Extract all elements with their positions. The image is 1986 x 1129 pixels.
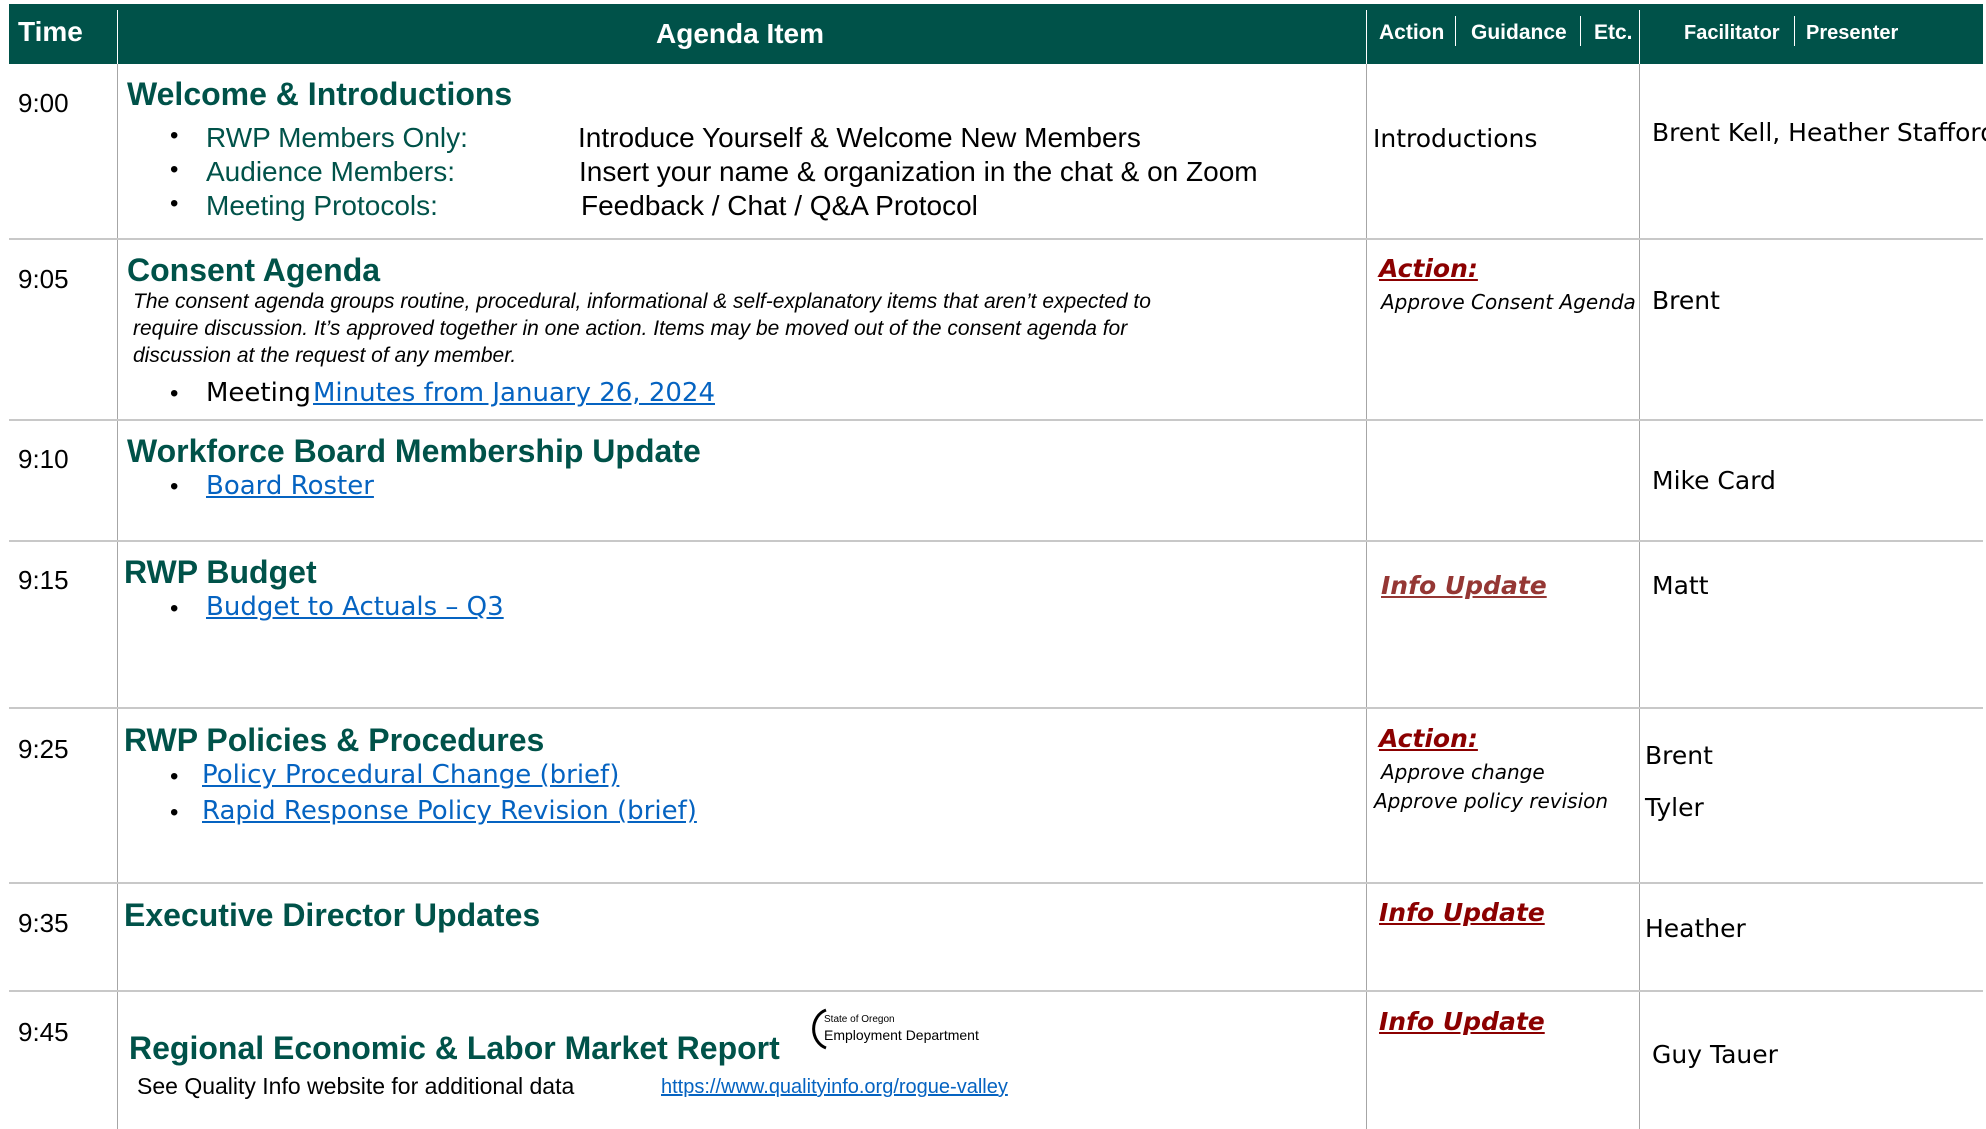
bullet-dot: • [170, 473, 179, 500]
header-presenter: Presenter [1806, 22, 1899, 44]
header-agenda-item: Agenda Item [656, 18, 825, 49]
info-update-link[interactable]: Info Update [1379, 1007, 1545, 1036]
row-presenter: Tyler [1645, 793, 1704, 822]
action-detail: Approve policy revision [1374, 789, 1609, 813]
description-line: discussion at the request of any member. [133, 344, 517, 367]
row-time: 9:25 [18, 734, 69, 764]
row-title: RWP Policies & Procedures [124, 722, 545, 758]
bullet-dot: • [170, 156, 179, 183]
row-time: 9:00 [18, 88, 69, 118]
header-guidance: Guidance [1471, 21, 1567, 44]
row-title: Consent Agenda [127, 252, 381, 288]
column-divider-action [1366, 64, 1367, 1129]
description-line: require discussion. It’s approved togeth… [133, 317, 1128, 340]
info-update-link[interactable]: Info Update [1379, 898, 1545, 927]
row-title: Workforce Board Membership Update [127, 433, 701, 469]
bullet-dot: • [170, 380, 179, 407]
column-divider-time [117, 64, 118, 1129]
row-presenter: Mike Card [1652, 466, 1776, 495]
bullet-label: Audience Members: [206, 156, 456, 187]
row-presenter: Brent [1652, 286, 1720, 315]
budget-link[interactable]: Budget to Actuals – Q3 [206, 592, 504, 622]
header-etc: Etc. [1594, 21, 1633, 44]
bullet-dot: • [170, 190, 179, 217]
action-label: Action: [1379, 724, 1478, 753]
header-action: Action [1379, 21, 1445, 44]
column-divider-presenter [1639, 64, 1640, 1129]
action-detail: Approve Consent Agenda [1381, 290, 1636, 314]
action-detail: Approve change [1381, 760, 1545, 784]
row-title: RWP Budget [124, 554, 317, 590]
header-divider [1639, 10, 1640, 64]
row-title: Executive Director Updates [124, 897, 541, 933]
row-presenter: Brent [1645, 741, 1713, 770]
bullet-label: Meeting Protocols: [206, 190, 438, 221]
row-action: Introductions [1373, 124, 1538, 153]
row-divider [9, 238, 1983, 240]
bullet-dot: • [170, 763, 179, 790]
header-divider [1366, 10, 1367, 64]
bullet-label: RWP Members Only: [206, 122, 468, 153]
header-divider [1455, 16, 1456, 46]
bullet-text: Feedback / Chat / Q&A Protocol [581, 190, 978, 221]
row-time: 9:05 [18, 264, 69, 294]
row-title: Welcome & Introductions [127, 76, 513, 112]
bullet-dot: • [170, 799, 179, 826]
row-presenter: Matt [1652, 571, 1709, 600]
row-divider [9, 540, 1983, 542]
minutes-link[interactable]: Minutes from January 26, 2024 [313, 378, 715, 408]
action-label: Action: [1379, 254, 1478, 283]
bullet-dot: • [170, 122, 179, 149]
policy-change-link[interactable]: Policy Procedural Change (brief) [202, 760, 619, 790]
bullet-text: Insert your name & organization in the c… [579, 156, 1258, 187]
header-divider [1794, 16, 1795, 46]
row-presenter: Heather [1645, 914, 1746, 943]
logo-line1: State of Oregon [824, 1014, 895, 1025]
row-note: See Quality Info website for additional … [137, 1073, 575, 1099]
board-roster-link[interactable]: Board Roster [206, 471, 374, 501]
bullet-dot: • [170, 595, 179, 622]
header-facilitator: Facilitator [1684, 22, 1780, 44]
row-title: Regional Economic & Labor Market Report [129, 1030, 780, 1066]
row-time: 9:35 [18, 908, 69, 938]
row-time: 9:45 [18, 1017, 69, 1047]
bullet-text: Meeting [206, 378, 311, 408]
row-divider [9, 419, 1983, 421]
row-divider [9, 882, 1983, 884]
bullet-text: Introduce Yourself & Welcome New Members [578, 122, 1141, 153]
header-divider [117, 10, 118, 64]
qualityinfo-link[interactable]: https://www.qualityinfo.org/rogue-valley [661, 1076, 1008, 1099]
row-divider [9, 707, 1983, 709]
row-description: The consent agenda groups routine, proce… [133, 288, 1423, 369]
row-presenter: Guy Tauer [1652, 1040, 1778, 1069]
rapid-response-link[interactable]: Rapid Response Policy Revision (brief) [202, 796, 697, 826]
header-divider [1580, 16, 1581, 46]
description-line: The consent agenda groups routine, proce… [133, 290, 1151, 313]
row-presenter: Brent Kell, Heather Stafford [1652, 118, 1986, 147]
employment-department-logo: State of Oregon Employment Department [804, 1005, 1004, 1055]
row-time: 9:10 [18, 444, 69, 474]
info-update-link[interactable]: Info Update [1381, 571, 1547, 600]
row-divider [9, 990, 1983, 992]
logo-line2: Employment Department [824, 1027, 979, 1043]
row-time: 9:15 [18, 565, 69, 595]
header-time: Time [18, 16, 83, 47]
